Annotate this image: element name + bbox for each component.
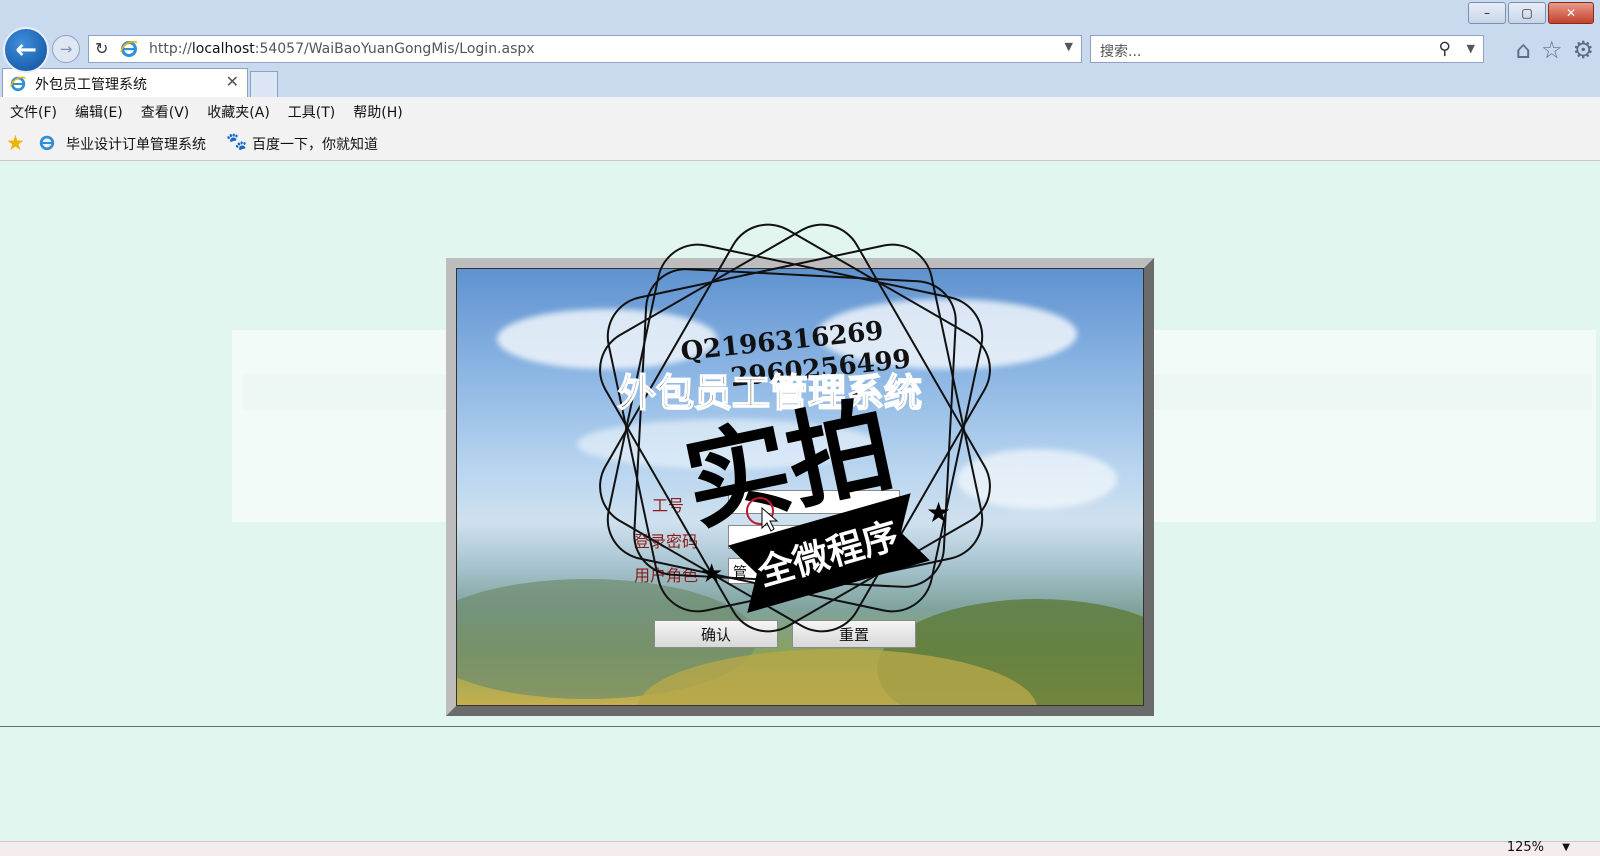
menu-bar: 文件(F) 编辑(E) 查看(V) 收藏夹(A) 工具(T) 帮助(H) xyxy=(0,97,1600,127)
favorites-bar: ★ 毕业设计订单管理系统 🐾 百度一下，你就知道 xyxy=(0,127,1600,161)
browser-tools: ⌂ ☆ ⚙ xyxy=(1516,36,1594,64)
search-box[interactable]: 搜索... ⚲ ▼ xyxy=(1090,35,1484,63)
tab-title: 外包员工管理系统 xyxy=(35,77,147,93)
restore-button[interactable]: ▢ xyxy=(1508,2,1546,24)
favorite-link-baidu[interactable]: 百度一下，你就知道 xyxy=(252,134,378,154)
search-placeholder: 搜索... xyxy=(1100,44,1142,60)
menu-help[interactable]: 帮助(H) xyxy=(343,97,410,127)
status-bar: 125% ▼ xyxy=(0,840,1600,856)
minimize-button[interactable]: – xyxy=(1468,2,1506,24)
password-input[interactable] xyxy=(728,525,900,549)
search-dropdown-icon[interactable]: ▼ xyxy=(1467,42,1475,55)
role-select[interactable]: 管 xyxy=(728,558,810,584)
address-bar[interactable]: ↻ http://localhost:54057/WaiBaoYuanGongM… xyxy=(88,35,1082,63)
employee-id-label: 工号 xyxy=(652,496,685,515)
baidu-paw-icon: 🐾 xyxy=(226,132,248,152)
password-label: 登录密码 xyxy=(634,532,699,551)
forward-arrow-icon: → xyxy=(59,40,73,58)
menu-edit[interactable]: 编辑(E) xyxy=(65,97,131,127)
menu-file[interactable]: 文件(F) xyxy=(0,97,65,127)
forward-button[interactable]: → xyxy=(52,35,80,63)
address-dropdown-icon[interactable]: ▼ xyxy=(1065,40,1073,53)
page-divider xyxy=(0,726,1600,727)
ie-logo-icon xyxy=(10,76,26,92)
gear-icon[interactable]: ⚙ xyxy=(1572,36,1594,64)
new-tab-button[interactable] xyxy=(250,71,278,97)
back-arrow-icon: ← xyxy=(15,35,37,65)
refresh-icon[interactable]: ↻ xyxy=(95,39,108,58)
ie-logo-icon xyxy=(120,40,138,57)
tab-close-icon[interactable]: ✕ xyxy=(226,72,239,91)
favorites-star-icon[interactable]: ☆ xyxy=(1541,36,1563,64)
reset-button[interactable]: 重置 xyxy=(792,620,916,648)
login-panel: 工号 登录密码 用户角色 管 确认 重置 xyxy=(446,258,1154,716)
window-titlebar: – ▢ ✕ xyxy=(0,0,1600,28)
url-text: http://localhost:54057/WaiBaoYuanGongMis… xyxy=(149,41,535,57)
employee-id-input[interactable] xyxy=(728,490,900,514)
search-icon[interactable]: ⚲ xyxy=(1439,39,1451,59)
tab-strip: 外包员工管理系统 ✕ xyxy=(0,68,1600,98)
zoom-level[interactable]: 125% xyxy=(1507,840,1544,855)
favorites-add-star-icon[interactable]: ★ xyxy=(6,131,25,155)
home-icon[interactable]: ⌂ xyxy=(1516,36,1531,64)
menu-tools[interactable]: 工具(T) xyxy=(278,97,343,127)
favorite-link-graduation-order[interactable]: 毕业设计订单管理系统 xyxy=(66,134,206,154)
menu-favorites[interactable]: 收藏夹(A) xyxy=(197,97,278,127)
menu-view[interactable]: 查看(V) xyxy=(131,97,198,127)
ie-logo-icon xyxy=(39,135,55,151)
zoom-dropdown-icon[interactable]: ▼ xyxy=(1562,842,1570,853)
tab-login-page[interactable]: 外包员工管理系统 ✕ xyxy=(2,68,248,97)
back-button[interactable]: ← xyxy=(3,27,49,73)
close-window-button[interactable]: ✕ xyxy=(1548,2,1594,24)
confirm-button[interactable]: 确认 xyxy=(654,620,778,648)
role-label: 用户角色 xyxy=(634,566,699,585)
